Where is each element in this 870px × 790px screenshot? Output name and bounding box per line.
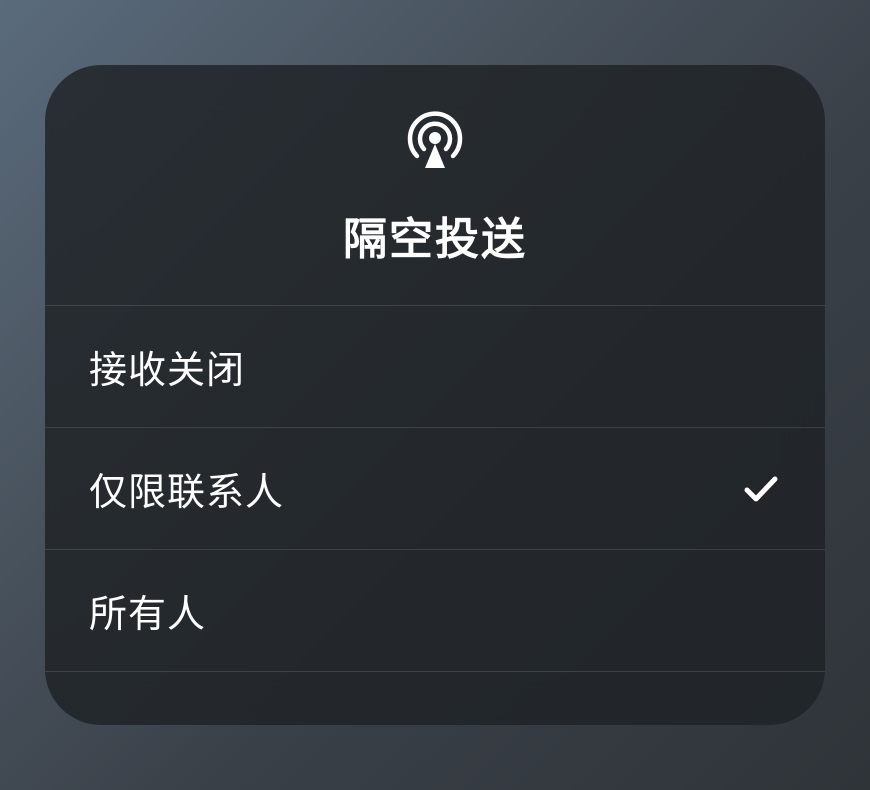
option-contacts-only[interactable]: 仅限联系人 [45,428,825,550]
airdrop-settings-panel: 隔空投送 接收关闭 仅限联系人 所有人 [45,65,825,725]
panel-title: 隔空投送 [343,203,527,267]
option-label: 所有人 [89,583,206,638]
option-label: 接收关闭 [89,339,245,394]
checkmark-icon [741,469,781,509]
panel-header: 隔空投送 [45,65,825,306]
option-receiving-off[interactable]: 接收关闭 [45,306,825,428]
option-everyone[interactable]: 所有人 [45,550,825,672]
option-label: 仅限联系人 [89,461,284,516]
airdrop-icon [400,105,470,175]
options-list: 接收关闭 仅限联系人 所有人 [45,306,825,725]
